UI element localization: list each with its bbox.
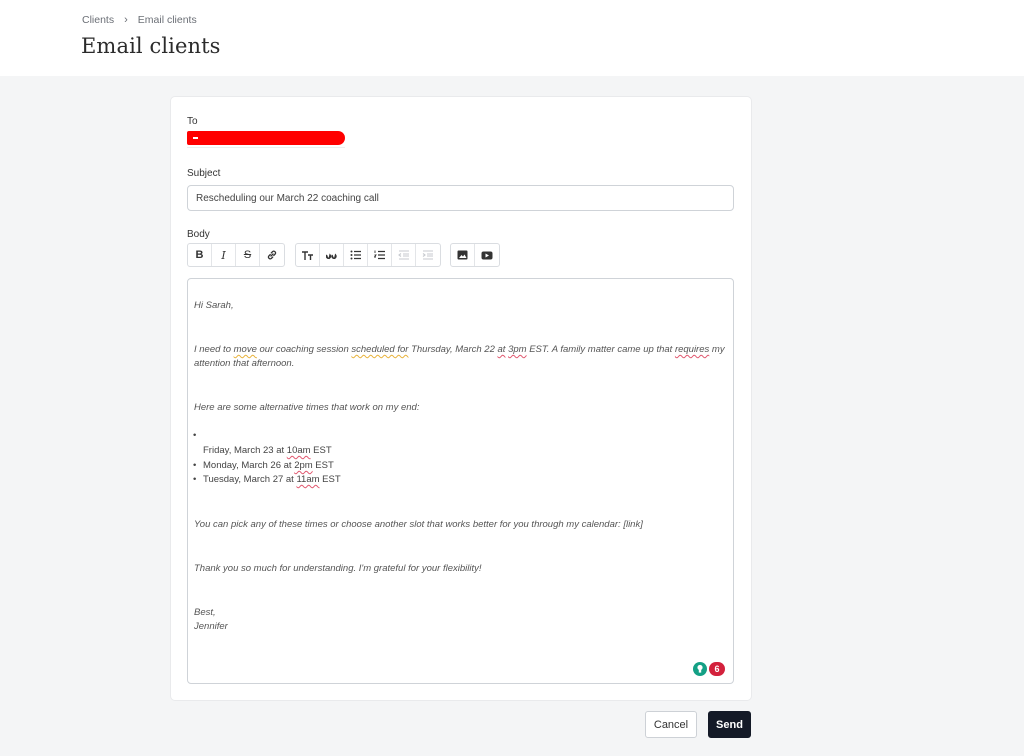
indent-icon[interactable] xyxy=(416,244,440,266)
breadcrumb-email-clients: Email clients xyxy=(137,14,197,26)
toolbar-format-group: B I S xyxy=(187,243,285,267)
body-paragraph-1-line-2: attention that afternoon. xyxy=(194,358,295,369)
spelling-suggestion[interactable]: requires xyxy=(675,344,709,355)
bullet-list-icon[interactable] xyxy=(344,244,368,266)
subject-label: Subject xyxy=(187,168,221,179)
image-icon[interactable] xyxy=(451,244,475,266)
redaction-mark xyxy=(193,137,198,139)
grammar-suggestion[interactable]: move xyxy=(234,344,257,355)
to-underline xyxy=(187,147,345,148)
video-icon[interactable] xyxy=(475,244,499,266)
list-item: • Tuesday, March 27 at 11am EST xyxy=(193,474,341,485)
to-recipient-redacted xyxy=(187,131,345,145)
body-paragraph-2: Here are some alternative times that wor… xyxy=(194,402,420,413)
email-form-card: To Subject Body B I S xyxy=(171,97,751,700)
breadcrumb: Clients › Email clients xyxy=(82,14,197,26)
grammar-suggestion[interactable]: scheduled for xyxy=(351,344,408,355)
spelling-suggestion[interactable]: 11am xyxy=(296,474,319,485)
text-segment: EST xyxy=(312,460,334,471)
spelling-suggestion[interactable]: 2pm xyxy=(294,460,312,471)
toolbar-media-group xyxy=(450,243,500,267)
text-segment: EST xyxy=(319,474,341,485)
text-segment: EST. A family matter came up that xyxy=(526,344,675,355)
text-segment: Thursday, March 22 xyxy=(408,344,498,355)
link-icon[interactable] xyxy=(260,244,284,266)
spelling-suggestion[interactable]: 10am xyxy=(287,445,311,456)
to-label: To xyxy=(187,116,198,127)
text-segment: I need to xyxy=(194,344,234,355)
spelling-suggestion[interactable]: 3pm xyxy=(508,344,526,355)
subject-input[interactable] xyxy=(187,185,734,211)
list-item: Friday, March 23 at 10am EST xyxy=(193,444,332,458)
numbered-list-icon[interactable] xyxy=(368,244,392,266)
text-segment: Tuesday, March 27 at xyxy=(203,474,297,485)
outdent-icon[interactable] xyxy=(392,244,416,266)
page-header: Clients › Email clients Email clients xyxy=(0,0,1024,76)
strikethrough-icon[interactable]: S xyxy=(236,244,260,266)
text-segment: my xyxy=(709,344,725,355)
body-editor[interactable]: Hi Sarah, I need to move our coaching se… xyxy=(187,278,734,684)
body-signature-name: Jennifer xyxy=(194,621,228,632)
body-label: Body xyxy=(187,229,210,240)
list-item: • Monday, March 26 at 2pm EST xyxy=(193,460,334,471)
send-button[interactable]: Send xyxy=(708,711,751,738)
text-segment: EST xyxy=(310,445,332,456)
breadcrumb-separator: › xyxy=(124,14,128,26)
body-paragraph-4: Thank you so much for understanding. I'm… xyxy=(194,563,482,574)
page-title: Email clients xyxy=(81,34,221,58)
text-segment: Monday, March 26 at xyxy=(203,460,295,471)
italic-icon[interactable]: I xyxy=(212,244,236,266)
cancel-button[interactable]: Cancel xyxy=(645,711,697,738)
quote-icon[interactable] xyxy=(320,244,344,266)
issue-count-badge[interactable]: 6 xyxy=(709,662,725,676)
body-paragraph-3: You can pick any of these times or choos… xyxy=(194,519,643,530)
bold-icon[interactable]: B xyxy=(188,244,212,266)
body-paragraph-1-line-1: I need to move our coaching session sche… xyxy=(194,342,725,357)
text-segment: Friday, March 23 at xyxy=(203,445,287,456)
empty-list-bullet: • xyxy=(193,430,197,441)
breadcrumb-clients[interactable]: Clients xyxy=(82,14,114,26)
grammar-checker-badge[interactable]: 6 xyxy=(693,661,725,677)
body-signoff: Best, xyxy=(194,607,216,618)
text-segment: our coaching session xyxy=(256,344,352,355)
toolbar-block-group xyxy=(295,243,441,267)
body-greeting: Hi Sarah, xyxy=(194,300,234,311)
text-size-icon[interactable] xyxy=(296,244,320,266)
lightbulb-icon[interactable] xyxy=(693,662,707,676)
